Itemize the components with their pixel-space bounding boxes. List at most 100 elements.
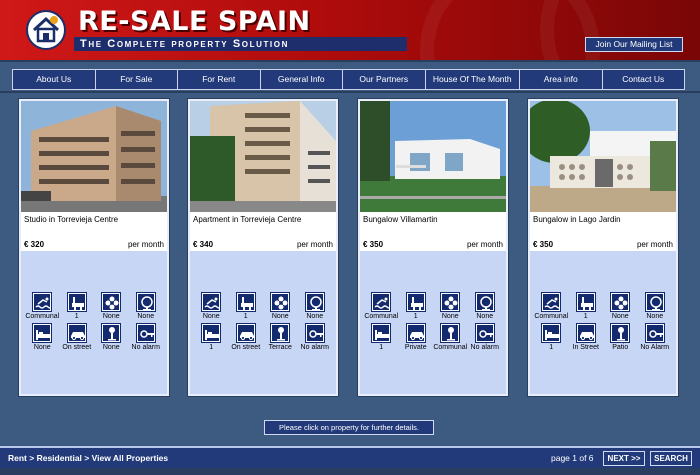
property-photo[interactable] <box>190 101 336 212</box>
feature-tv-value: None <box>137 313 155 320</box>
car-parking-icon <box>66 323 87 343</box>
feature-alarm-value: No alarm <box>300 344 329 351</box>
property-info: Bungalow in Lago Jardin € 350 per month <box>530 212 676 251</box>
terrace-icon <box>270 323 291 343</box>
nav-for-rent[interactable]: For Rent <box>178 70 261 89</box>
property-photo[interactable] <box>360 101 506 212</box>
feature-terrace-value: Communal <box>433 344 468 351</box>
footer-bar: Rent > Residential > View All Properties… <box>0 446 700 468</box>
feature-garden-value: None <box>441 313 459 320</box>
price-period: per month <box>296 240 333 249</box>
terrace-icon <box>440 323 461 343</box>
pool-icon <box>32 292 53 312</box>
garden-icon <box>440 292 461 312</box>
property-card[interactable]: Studio in Torrevieja Centre € 320 per mo… <box>18 98 170 397</box>
bedroom-icon <box>371 323 392 343</box>
satellite-tv-icon <box>474 292 495 312</box>
pool-icon <box>201 292 222 312</box>
pool-icon <box>541 292 562 312</box>
alarm-key-icon <box>304 323 325 343</box>
feature-grid: Communal 1 None None 1 Private Communal … <box>364 292 502 351</box>
property-price: € 350 <box>533 240 554 249</box>
feature-pool-value: Communal <box>364 313 399 320</box>
feature-parking-value: Private <box>404 344 427 351</box>
header-decoration <box>540 0 700 60</box>
bedroom-icon <box>32 323 53 343</box>
feature-bathroom-value: 1 <box>243 313 248 320</box>
property-info: Studio in Torrevieja Centre € 320 per mo… <box>21 212 167 251</box>
feature-bedroom-value: 1 <box>549 344 554 351</box>
property-info: Bungalow Villamartin € 350 per month <box>360 212 506 251</box>
property-title[interactable]: Bungalow in Lago Jardin <box>533 215 673 224</box>
nav-area-info[interactable]: Area info <box>520 70 603 89</box>
feature-grid: Communal 1 None None 1 In Street Patio N… <box>534 292 672 351</box>
pool-icon <box>371 292 392 312</box>
alarm-key-icon <box>474 323 495 343</box>
car-parking-icon <box>575 323 596 343</box>
garden-icon <box>270 292 291 312</box>
feature-bathroom-value: 1 <box>583 313 588 320</box>
feature-bedroom-value: 1 <box>209 344 214 351</box>
main-nav: About Us For Sale For Rent General Info … <box>12 69 685 90</box>
feature-grid: Communal 1 None None None On street None… <box>25 292 163 351</box>
property-card[interactable]: Bungalow in Lago Jardin € 350 per month … <box>527 98 679 397</box>
feature-bathroom-value: 1 <box>74 313 79 320</box>
bathroom-icon <box>575 292 596 312</box>
garden-icon <box>610 292 631 312</box>
alarm-key-icon <box>644 323 665 343</box>
footer-edge <box>0 468 700 475</box>
price-period: per month <box>636 240 673 249</box>
nav-house-of-the-month[interactable]: House Of The Month <box>426 70 520 89</box>
property-title[interactable]: Studio in Torrevieja Centre <box>24 215 164 224</box>
terrace-icon <box>610 323 631 343</box>
click-hint-label: Please click on property for further det… <box>264 420 434 435</box>
feature-bedroom-value: 1 <box>379 344 384 351</box>
property-title[interactable]: Apartment in Torrevieja Centre <box>193 215 333 224</box>
feature-pool-value: Communal <box>25 313 60 320</box>
breadcrumb[interactable]: Rent > Residential > View All Properties <box>8 453 168 463</box>
satellite-tv-icon <box>644 292 665 312</box>
car-parking-icon <box>235 323 256 343</box>
property-price: € 350 <box>363 240 384 249</box>
satellite-tv-icon <box>304 292 325 312</box>
feature-parking-value: On street <box>231 344 261 351</box>
bathroom-icon <box>235 292 256 312</box>
feature-garden-value: None <box>271 313 289 320</box>
house-logo-icon[interactable] <box>26 10 66 50</box>
satellite-tv-icon <box>135 292 156 312</box>
nav-general-info[interactable]: General Info <box>261 70 343 89</box>
property-price: € 320 <box>24 240 45 249</box>
feature-tv-value: None <box>646 313 664 320</box>
nav-our-partners[interactable]: Our Partners <box>343 70 426 89</box>
search-button[interactable]: SEARCH <box>650 451 692 466</box>
feature-parking-value: On street <box>62 344 92 351</box>
next-page-button[interactable]: NEXT >> <box>603 451 645 466</box>
page-indicator: page 1 of 6 <box>551 453 594 463</box>
join-mailing-list-button[interactable]: Join Our Mailing List <box>585 37 683 52</box>
feature-pool-value: Communal <box>534 313 569 320</box>
terrace-icon <box>101 323 122 343</box>
property-photo[interactable] <box>21 101 167 212</box>
property-title[interactable]: Bungalow Villamartin <box>363 215 503 224</box>
alarm-key-icon <box>135 323 156 343</box>
feature-alarm-value: No Alarm <box>640 344 670 351</box>
nav-contact-us[interactable]: Contact Us <box>603 70 685 89</box>
garden-icon <box>101 292 122 312</box>
car-parking-icon <box>405 323 426 343</box>
feature-alarm-value: No alarm <box>470 344 499 351</box>
bedroom-icon <box>201 323 222 343</box>
feature-tv-value: None <box>306 313 324 320</box>
price-period: per month <box>466 240 503 249</box>
feature-pool-value: None <box>202 313 220 320</box>
bathroom-icon <box>66 292 87 312</box>
nav-for-sale[interactable]: For Sale <box>96 70 178 89</box>
property-card[interactable]: Apartment in Torrevieja Centre € 340 per… <box>187 98 339 397</box>
property-photo[interactable] <box>530 101 676 212</box>
nav-about-us[interactable]: About Us <box>13 70 96 89</box>
property-card[interactable]: Bungalow Villamartin € 350 per month Com… <box>357 98 509 397</box>
feature-terrace-value: None <box>102 344 120 351</box>
feature-garden-value: None <box>102 313 120 320</box>
feature-terrace-value: Patio <box>612 344 629 351</box>
feature-grid: None 1 None None 1 On street Terrace No … <box>194 292 332 351</box>
feature-alarm-value: No alarm <box>131 344 160 351</box>
